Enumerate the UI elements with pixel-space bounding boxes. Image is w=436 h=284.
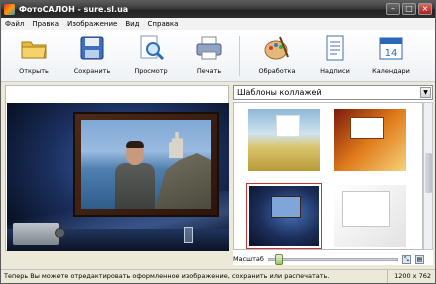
calendars-button[interactable]: 14 Календари bbox=[368, 33, 414, 79]
template-thumbnail-selected[interactable] bbox=[246, 183, 322, 249]
template-thumbnail[interactable] bbox=[332, 183, 408, 249]
page-icon[interactable]: ▤ bbox=[414, 254, 424, 264]
menu-bar: Файл Правка Изображение Вид Справка bbox=[1, 18, 435, 30]
chevron-down-icon[interactable]: ▼ bbox=[420, 87, 431, 98]
collage-image bbox=[7, 103, 229, 251]
menu-edit[interactable]: Правка bbox=[32, 20, 59, 28]
app-icon bbox=[4, 4, 15, 15]
template-scrollbar[interactable] bbox=[423, 102, 433, 250]
app-window: ФотоСАЛОН - sure.sl.ua – □ × Файл Правка… bbox=[0, 0, 436, 284]
save-button[interactable]: Сохранить bbox=[69, 33, 115, 79]
scale-slider-knob[interactable] bbox=[275, 253, 283, 265]
fit-icon[interactable]: ⤡ bbox=[401, 254, 411, 264]
menu-file[interactable]: Файл bbox=[5, 20, 24, 28]
folder-icon bbox=[21, 41, 47, 59]
scrollbar-thumb[interactable] bbox=[425, 153, 432, 193]
open-button[interactable]: Открыть bbox=[11, 33, 57, 79]
toolbar-separator bbox=[239, 36, 240, 76]
calendar-icon: 14 bbox=[379, 37, 403, 60]
close-button[interactable]: × bbox=[418, 3, 432, 15]
status-bar: Теперь Вы можете отредактировать оформле… bbox=[1, 269, 435, 283]
minimize-button[interactable]: – bbox=[386, 3, 400, 15]
template-thumbnail[interactable] bbox=[246, 107, 322, 173]
print-button[interactable]: Печать bbox=[186, 33, 232, 79]
maximize-button[interactable]: □ bbox=[402, 3, 416, 15]
palette-icon bbox=[264, 36, 289, 60]
picture-frame bbox=[73, 112, 219, 217]
preview-button[interactable]: Просмотр bbox=[128, 33, 174, 79]
open-label: Открыть bbox=[19, 67, 49, 75]
template-grid bbox=[233, 102, 423, 250]
floppy-icon bbox=[80, 36, 104, 60]
template-category-value: Шаблоны коллажей bbox=[237, 88, 322, 97]
template-category-select[interactable]: Шаблоны коллажей ▼ bbox=[233, 85, 433, 100]
preview-label: Просмотр bbox=[134, 67, 168, 75]
status-message: Теперь Вы можете отредактировать оформле… bbox=[4, 272, 330, 280]
menu-help[interactable]: Справка bbox=[148, 20, 179, 28]
captions-label: Надписи bbox=[320, 67, 350, 75]
process-label: Обработка bbox=[258, 67, 296, 75]
document-icon bbox=[326, 35, 344, 61]
print-label: Печать bbox=[196, 67, 222, 75]
menu-image[interactable]: Изображение bbox=[67, 20, 117, 28]
menu-view[interactable]: Вид bbox=[125, 20, 139, 28]
toolbar: Открыть Сохранить Просмотр Печать Обрабо… bbox=[1, 30, 435, 82]
templates-panel: Шаблоны коллажей ▼ Масштаб ⤡ ▤ bbox=[233, 85, 433, 265]
save-label: Сохранить bbox=[73, 67, 111, 75]
glass-illustration bbox=[184, 227, 193, 243]
title-bar: ФотоСАЛОН - sure.sl.ua – □ × bbox=[1, 1, 435, 18]
scale-slider[interactable] bbox=[267, 253, 398, 265]
projector-illustration bbox=[13, 223, 65, 245]
image-resolution: 1200 x 762 bbox=[387, 270, 431, 283]
image-preview bbox=[5, 85, 229, 251]
scale-control: Масштаб ⤡ ▤ bbox=[233, 253, 433, 265]
magnifier-icon bbox=[140, 35, 165, 61]
window-title: ФотоСАЛОН - sure.sl.ua bbox=[19, 5, 129, 14]
process-button[interactable]: Обработка bbox=[254, 33, 300, 79]
printer-icon bbox=[196, 36, 222, 60]
calendars-label: Календари bbox=[372, 67, 410, 75]
scale-label: Масштаб bbox=[233, 255, 264, 263]
svg-text:14: 14 bbox=[385, 48, 398, 59]
captions-button[interactable]: Надписи bbox=[312, 33, 358, 79]
template-thumbnail[interactable] bbox=[332, 107, 408, 173]
